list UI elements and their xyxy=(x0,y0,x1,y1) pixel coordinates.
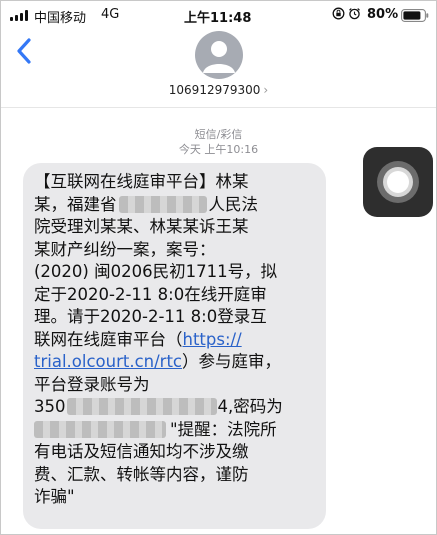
message-line: "提醒：法院所 xyxy=(34,419,329,442)
message-line: 理。请于2020-2-11 8:0登录互 xyxy=(34,307,267,326)
header-divider xyxy=(1,107,436,108)
carrier-name: 中国移动 xyxy=(34,11,87,26)
message-line: (2020) 闽0206民初1711号，拟 xyxy=(34,262,278,281)
message-line: 院受理刘某某、林某某诉王某 xyxy=(34,217,249,236)
message-line: 有电话及短信通知均不涉及缴 xyxy=(34,442,249,461)
thread-type-label: 短信/彩信 xyxy=(194,128,243,141)
court-link[interactable]: https:// xyxy=(183,330,242,349)
chevron-right-icon: › xyxy=(263,83,269,97)
message-text-part: 人民法 xyxy=(208,194,259,214)
message-line: 【互联网在线庭审平台】林某 xyxy=(34,172,249,191)
lock-rotation-icon xyxy=(332,7,345,20)
contact-number-text: 106912979300 xyxy=(168,83,261,97)
message-text: 【互联网在线庭审平台】林某 某，福建省 人民法 院受理刘某某、林某某诉王某 某财产… xyxy=(34,171,329,509)
redacted-block xyxy=(66,398,217,415)
message-line: 某财产纠纷一案，案号： xyxy=(34,239,216,259)
court-link[interactable]: trial.olcourt.cn/rtc xyxy=(34,352,182,371)
back-chevron-icon[interactable] xyxy=(13,37,35,65)
message-line: 某，福建省 人民法 xyxy=(34,194,329,217)
message-text-part: "提醒：法院所 xyxy=(170,419,277,439)
contact-avatar-icon[interactable] xyxy=(195,31,243,79)
message-line: 联网在线庭审平台（https:// xyxy=(34,329,329,352)
message-text-part: 350 xyxy=(34,397,66,416)
status-time: 上午11:48 xyxy=(184,11,252,26)
signal-icon xyxy=(10,10,30,21)
status-bar: 中国移动 4G 上午11:48 80% xyxy=(1,1,436,29)
message-text-part: 某，福建省 xyxy=(34,194,117,214)
battery-percentage: 80% xyxy=(367,7,399,22)
contact-number[interactable]: 106912979300 › xyxy=(1,83,436,97)
battery-icon xyxy=(401,9,429,22)
message-line: 定于2020-2-11 8:0在线开庭审 xyxy=(34,284,267,304)
message-line: trial.olcourt.cn/rtc）参与庭审， xyxy=(34,351,329,374)
message-line: 平台登录账号为 xyxy=(34,374,150,394)
assistive-touch-icon[interactable] xyxy=(363,147,433,217)
message-text-part: 4,密码为 xyxy=(217,397,283,416)
message-text-part: ）参与庭审， xyxy=(182,352,281,371)
message-line: 费、汇款、转帐等内容，谨防 xyxy=(34,464,249,484)
redacted-block xyxy=(118,195,207,213)
message-line: 诈骗" xyxy=(34,487,75,506)
sms-screen: 中国移动 4G 上午11:48 80% 106912979300 › 短信/彩信… xyxy=(0,0,437,535)
alarm-icon xyxy=(349,8,360,20)
network-type: 4G xyxy=(101,7,120,22)
redacted-block xyxy=(34,420,166,438)
message-text-part: 联网在线庭审平台（ xyxy=(34,329,183,349)
message-line: 350 4,密码为 xyxy=(34,396,329,419)
